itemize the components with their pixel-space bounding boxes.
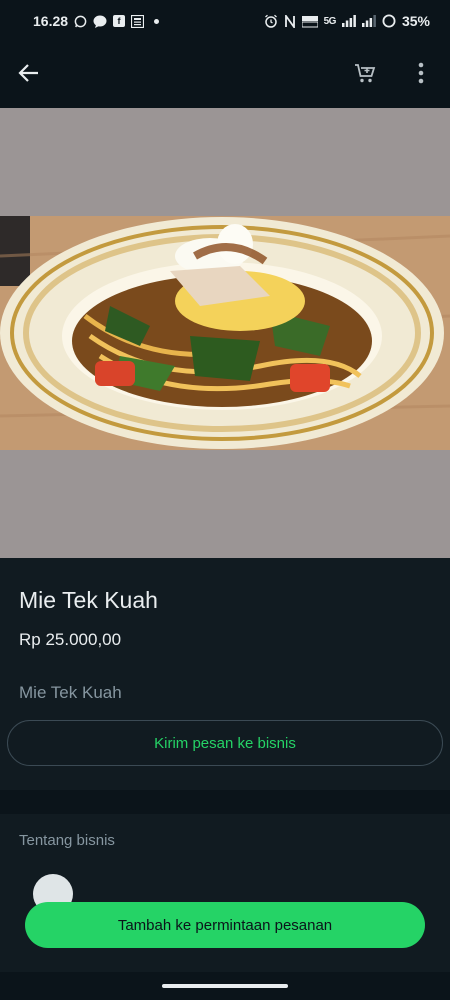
more-notifications-dot: [154, 18, 160, 24]
cart-icon: [354, 62, 376, 89]
signal-icon-2: [361, 15, 376, 27]
volte-icon: [301, 15, 318, 28]
status-bar: 16.28 f 5G 35%: [0, 0, 450, 42]
product-price: Rp 25.000,00: [19, 630, 122, 649]
chat-icon: [93, 15, 107, 28]
noodle-dish-image: [0, 216, 450, 450]
network-type: 5G: [323, 15, 337, 27]
more-options-button[interactable]: [406, 60, 436, 90]
status-time: 16.28: [33, 13, 69, 29]
status-bar-right: 5G 35%: [264, 13, 430, 29]
home-indicator[interactable]: [162, 984, 288, 988]
product-details: Mie Tek Kuah Rp 25.000,00 Mie Tek Kuah K…: [0, 558, 450, 790]
more-vert-icon: [418, 62, 424, 89]
section-divider: [0, 790, 450, 814]
battery-level: 35%: [401, 13, 430, 29]
alarm-icon: [264, 14, 278, 28]
app-bar-actions: [350, 60, 436, 90]
about-business-title: Tentang bisnis: [19, 832, 115, 849]
app-bar: [0, 42, 450, 108]
send-message-button[interactable]: Kirim pesan ke bisnis: [7, 720, 443, 766]
about-business-section: Tentang bisnis: [0, 814, 450, 974]
product-name: Mie Tek Kuah: [19, 587, 158, 613]
facebook-icon: f: [113, 15, 126, 27]
product-description: Mie Tek Kuah: [19, 683, 122, 702]
add-to-order-button[interactable]: Tambah ke permintaan pesanan: [25, 902, 425, 948]
nfc-icon: [284, 14, 296, 28]
product-detail-screen: 16.28 f 5G 35% Mie Tek Kuah Rp 25.000,00…: [0, 0, 450, 1000]
navigation-bar: [0, 972, 450, 1000]
whatsapp-icon: [74, 15, 87, 28]
signal-icon: [341, 15, 356, 27]
product-photo[interactable]: [0, 216, 450, 450]
back-button[interactable]: [14, 60, 44, 90]
battery-icon: [382, 14, 396, 28]
cart-button[interactable]: [350, 60, 380, 90]
back-arrow-icon: [18, 62, 40, 89]
news-icon: [131, 14, 145, 28]
status-bar-left: 16.28 f: [33, 13, 160, 29]
